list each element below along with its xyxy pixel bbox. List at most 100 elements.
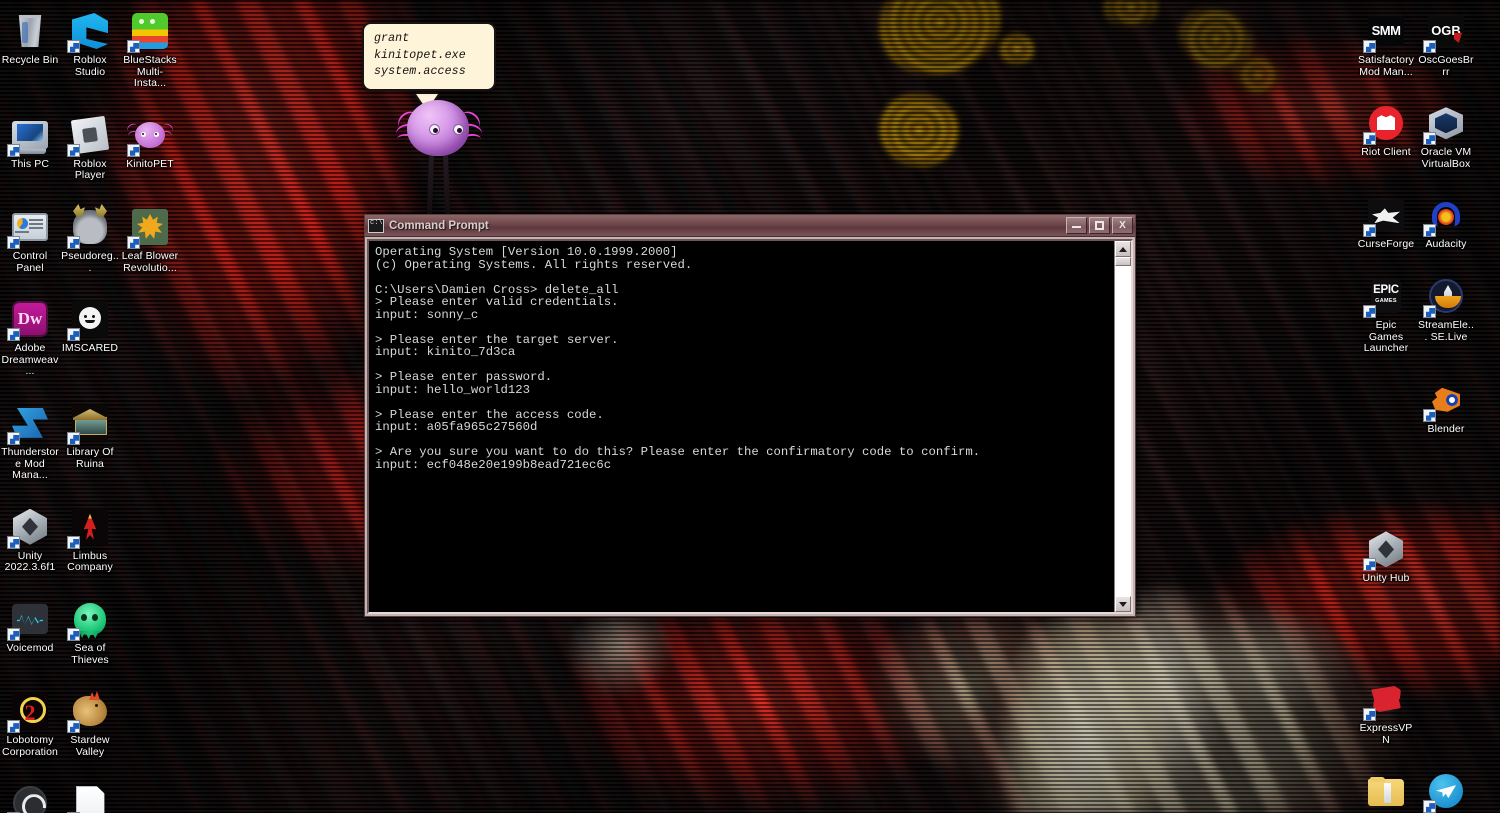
desktop-icon-unity-2022-3-6f1[interactable]: Unity 2022.3.6f1	[0, 502, 60, 576]
desktop-icon-stardew-valley[interactable]: Stardew Valley	[60, 686, 120, 760]
desktop-icon-bluestacks-x[interactable]: BlueStacks X	[60, 778, 120, 813]
desktop-icon-riot-client[interactable]: Riot Client	[1356, 98, 1416, 172]
desktop-icon-roblox-studio[interactable]: Roblox Studio	[60, 6, 120, 92]
desktop-icon-audacity[interactable]: Audacity	[1416, 190, 1476, 253]
scrollbar-track[interactable]	[1115, 257, 1131, 596]
desktop-icon-label: This PC	[10, 157, 50, 170]
spacer-icon	[1425, 609, 1467, 651]
scrollbar-thumb[interactable]	[1115, 257, 1131, 266]
desktop-icon-spacer	[120, 778, 180, 813]
desktop-icon-imscared[interactable]: IMSCARED	[60, 294, 120, 380]
desktop-icon-kinitopet[interactable]: KinitoPET	[120, 110, 180, 184]
minimize-button[interactable]	[1066, 217, 1087, 234]
shortcut-arrow-icon	[67, 328, 80, 342]
shortcut-arrow-icon	[67, 431, 80, 445]
shortcut-arrow-icon	[1423, 800, 1436, 813]
shortcut-arrow-icon	[1423, 40, 1436, 53]
desktop-icon-label: Sea of Thieves	[71, 641, 109, 666]
scroll-up-arrow-icon[interactable]	[1115, 241, 1131, 257]
desktop-icon-limbus-company[interactable]: Limbus Company	[60, 502, 120, 576]
spacer-icon	[129, 782, 171, 813]
desktop-icon-spacer	[1416, 455, 1476, 506]
document-icon	[67, 782, 111, 813]
shortcut-arrow-icon	[1423, 408, 1436, 422]
desktop-icon-curseforge[interactable]: CurseForge	[1356, 190, 1416, 253]
unity-icon	[7, 506, 51, 549]
pet-speech-bubble: grant kinitopet.exe system.access	[362, 22, 496, 91]
desktop-icon-roblox-player[interactable]: Roblox Player	[60, 110, 120, 184]
close-button[interactable]: X	[1112, 217, 1133, 234]
desktop-icon-blender[interactable]: Blender	[1416, 375, 1476, 438]
command-prompt-window[interactable]: Command Prompt X Operating System [Versi…	[364, 214, 1136, 617]
desktop-icon-label: StreamEle... SE.Live	[1418, 318, 1474, 343]
window-titlebar[interactable]: Command Prompt X	[365, 215, 1135, 237]
desktop-icon-streamele-se-live[interactable]: StreamEle... SE.Live	[1416, 271, 1476, 357]
console-output[interactable]: Operating System [Version 10.0.1999.2000…	[369, 241, 1114, 612]
desktop-icon-library-of-ruina[interactable]: Library Of Ruina	[60, 398, 120, 484]
desktop-icon-label: KinitoPET	[126, 157, 174, 170]
streamelements-se-live-icon	[1423, 275, 1467, 318]
shortcut-arrow-icon	[1363, 224, 1376, 238]
telegram-icon	[1423, 770, 1467, 813]
desktop-icon-adobe-dreamweav[interactable]: Dw Adobe Dreamweav...	[0, 294, 60, 380]
console-scrollbar[interactable]	[1114, 241, 1131, 612]
adobe-dreamweaver-icon: Dw	[7, 298, 51, 342]
desktop-icon-this-pc[interactable]: This PC	[0, 110, 60, 184]
limbus-company-icon	[67, 506, 111, 549]
desktop-pet-widget[interactable]: grant kinitopet.exe system.access	[360, 14, 520, 229]
satisfactory-mod-manager-icon: SMM	[1363, 10, 1407, 53]
leaf-blower-revolution-icon	[127, 206, 171, 249]
desktop-icon-label: Lobotomy Corporation	[2, 734, 58, 758]
desktop-icon-voicemod[interactable]: Voicemod	[0, 594, 60, 668]
library-of-ruina-icon	[67, 402, 111, 445]
desktop-icon-telegram[interactable]: Telegram	[1416, 766, 1476, 813]
shortcut-arrow-icon	[1363, 558, 1376, 572]
scroll-down-arrow-icon[interactable]	[1115, 596, 1131, 612]
desktop-icon-label: Unity 2022.3.6f1	[4, 549, 56, 574]
desktop-icon-spacer	[120, 398, 180, 484]
shortcut-arrow-icon	[1423, 304, 1436, 318]
sea-of-thieves-icon	[67, 598, 111, 641]
shortcut-arrow-icon	[1363, 40, 1376, 53]
desktop-icon-label: Epic Games Launcher	[1363, 318, 1409, 355]
curseforge-icon	[1363, 194, 1407, 238]
desktop-icon-label: OscGoesBrrr	[1418, 54, 1474, 78]
unity-hub-icon	[1363, 528, 1407, 572]
desktop-icon-pseudoreg[interactable]: Pseudoreg...	[60, 202, 120, 276]
desktop[interactable]: Recycle Bin Roblox Studio BlueStacks Multi…	[0, 0, 1500, 813]
desktop-icon-robert-space-industries[interactable]: Robert Space Industries	[1356, 766, 1416, 813]
desktop-icon-label: Blender	[1427, 422, 1465, 435]
desktop-icon-control-panel[interactable]: Control Panel	[0, 202, 60, 276]
desktop-icon-epic-games-launcher[interactable]: EPIC GAMES Epic Games Launcher	[1356, 271, 1416, 357]
pet-eye-right	[453, 124, 464, 135]
desktop-icon-spacer	[1416, 674, 1476, 748]
desktop-icon-recycle-bin[interactable]: Recycle Bin	[0, 6, 60, 92]
kinitopet-avatar[interactable]	[394, 100, 484, 229]
desktop-icon-sea-of-thieves[interactable]: Sea of Thieves	[60, 594, 120, 668]
desktop-icon-obs-studio[interactable]: OBS Studio	[0, 778, 60, 813]
desktop-icon-lobotomy-corporation[interactable]: 2Lobotomy Corporation	[0, 686, 60, 760]
desktop-icon-spacer	[1356, 455, 1416, 506]
desktop-icon-satisfactory-mod-man[interactable]: SMM Satisfactory Mod Man...	[1356, 6, 1416, 80]
desktop-icon-label: Roblox Studio	[73, 54, 107, 78]
maximize-button[interactable]	[1089, 217, 1110, 234]
desktop-icon-column-right: SMM Satisfactory Mod Man... OGB OscGoesBrrr…	[1356, 6, 1500, 813]
desktop-icon-unity-hub[interactable]: Unity Hub	[1356, 524, 1416, 587]
desktop-icon-oracle-vm-virtualbox[interactable]: Oracle VM VirtualBox	[1416, 98, 1476, 172]
desktop-icon-label: Audacity	[1425, 238, 1467, 251]
desktop-icon-expressvpn[interactable]: ExpressVPN	[1356, 674, 1416, 748]
spacer-icon	[129, 598, 171, 640]
this-pc-icon	[7, 114, 51, 157]
desktop-icon-spacer	[120, 594, 180, 668]
pet-leg	[426, 149, 435, 217]
desktop-icon-label: Thunderstore Mod Mana...	[1, 445, 59, 482]
desktop-icon-label: Riot Client	[1361, 146, 1411, 159]
shortcut-arrow-icon	[67, 235, 80, 249]
shortcut-arrow-icon	[127, 40, 140, 53]
desktop-icon-thunderstore-mod-mana[interactable]: Thunderstore Mod Mana...	[0, 398, 60, 484]
desktop-icon-leaf-blower-revolutio[interactable]: Leaf Blower Revolutio...	[120, 202, 180, 276]
osc-goes-brrr-icon: OGB	[1423, 10, 1467, 53]
desktop-icon-oscgoesbrrr[interactable]: OGB OscGoesBrrr	[1416, 6, 1476, 80]
desktop-icon-bluestacks-multi-insta[interactable]: BlueStacks Multi-Insta...	[120, 6, 180, 92]
shortcut-arrow-icon	[7, 235, 20, 249]
